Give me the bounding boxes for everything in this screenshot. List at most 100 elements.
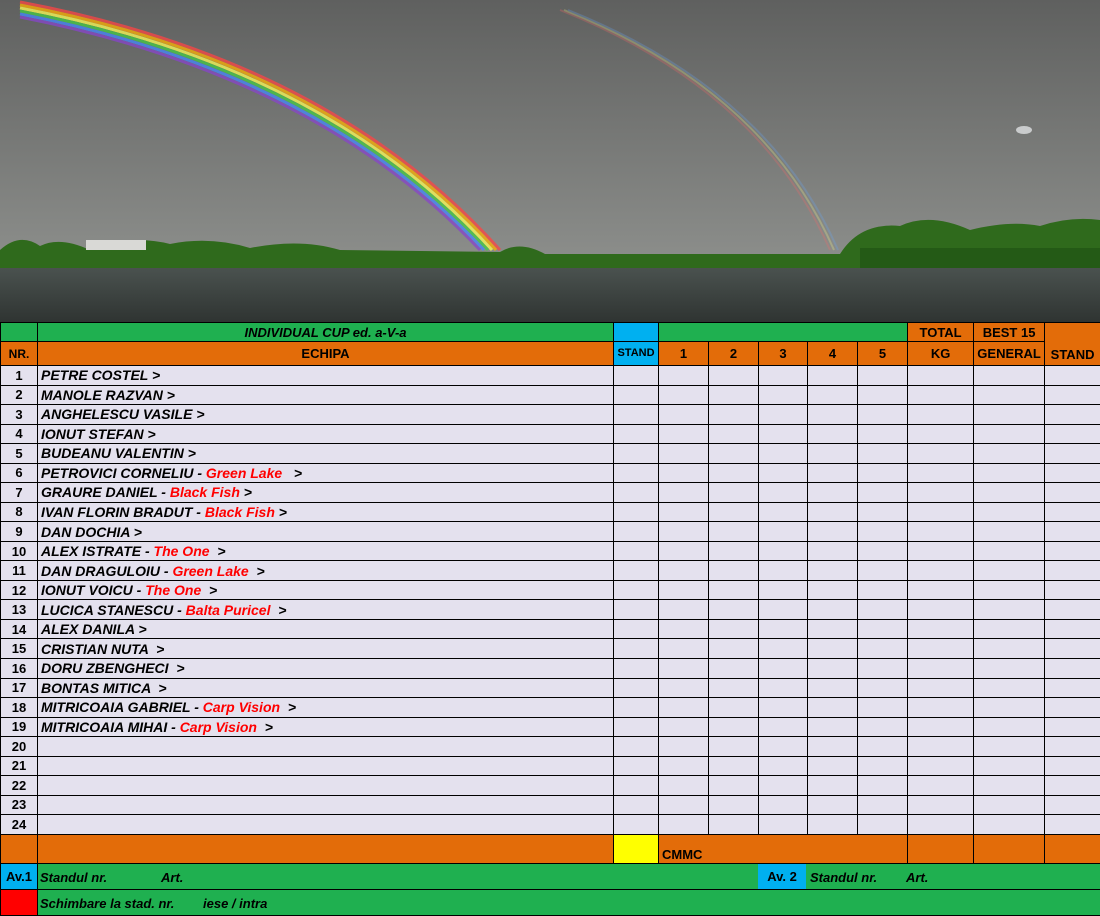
best-general-cell[interactable] <box>973 501 1046 523</box>
manche-5-cell[interactable] <box>856 560 909 581</box>
total-kg-cell[interactable] <box>907 521 975 542</box>
manche-1-cell[interactable] <box>658 423 709 445</box>
manche-2-cell[interactable] <box>708 404 759 425</box>
total-kg-cell[interactable] <box>907 599 975 620</box>
final-stand-cell[interactable] <box>1044 814 1100 835</box>
manche-1-cell[interactable] <box>658 501 709 523</box>
best-general-cell[interactable] <box>973 618 1046 640</box>
final-stand-cell[interactable] <box>1044 657 1100 679</box>
manche-4-cell[interactable] <box>807 755 858 777</box>
total-kg-cell[interactable] <box>907 579 975 601</box>
stand-cell[interactable] <box>613 755 659 777</box>
best-general-cell[interactable] <box>973 579 1046 601</box>
total-kg-cell[interactable] <box>907 755 975 777</box>
manche-3-cell[interactable] <box>758 423 808 445</box>
manche-3-cell[interactable] <box>758 404 808 425</box>
total-kg-cell[interactable] <box>907 716 975 738</box>
manche-3-cell[interactable] <box>758 579 808 601</box>
manche-5-cell[interactable] <box>856 540 909 562</box>
manche-3-cell[interactable] <box>758 697 808 718</box>
manche-4-cell[interactable] <box>807 560 858 581</box>
manche-4-cell[interactable] <box>807 697 858 718</box>
best-general-cell[interactable] <box>973 365 1046 386</box>
manche-3-cell[interactable] <box>758 716 808 738</box>
manche-2-cell[interactable] <box>708 521 759 542</box>
final-stand-cell[interactable] <box>1044 618 1100 640</box>
total-kg-cell[interactable] <box>907 794 975 816</box>
stand-cell[interactable] <box>613 716 659 738</box>
final-stand-cell[interactable] <box>1044 423 1100 445</box>
final-stand-cell[interactable] <box>1044 384 1100 406</box>
stand-cell[interactable] <box>613 443 659 464</box>
manche-5-cell[interactable] <box>856 736 909 757</box>
stand-cell[interactable] <box>613 697 659 718</box>
manche-1-cell[interactable] <box>658 599 709 620</box>
manche-2-cell[interactable] <box>708 638 759 659</box>
stand-cell[interactable] <box>613 560 659 581</box>
stand-cell[interactable] <box>613 794 659 816</box>
manche-2-cell[interactable] <box>708 814 759 835</box>
manche-1-cell[interactable] <box>658 618 709 640</box>
stand-cell[interactable] <box>613 462 659 484</box>
manche-5-cell[interactable] <box>856 755 909 777</box>
best-general-cell[interactable] <box>973 462 1046 484</box>
final-stand-cell[interactable] <box>1044 443 1100 464</box>
manche-2-cell[interactable] <box>708 794 759 816</box>
final-stand-cell[interactable] <box>1044 736 1100 757</box>
manche-3-cell[interactable] <box>758 736 808 757</box>
manche-1-cell[interactable] <box>658 657 709 679</box>
final-stand-cell[interactable] <box>1044 462 1100 484</box>
manche-2-cell[interactable] <box>708 482 759 503</box>
manche-2-cell[interactable] <box>708 579 759 601</box>
best-general-cell[interactable] <box>973 599 1046 620</box>
manche-4-cell[interactable] <box>807 482 858 503</box>
manche-2-cell[interactable] <box>708 423 759 445</box>
final-stand-cell[interactable] <box>1044 755 1100 777</box>
stand-cell[interactable] <box>613 540 659 562</box>
total-kg-cell[interactable] <box>907 560 975 581</box>
total-kg-cell[interactable] <box>907 697 975 718</box>
manche-1-cell[interactable] <box>658 560 709 581</box>
final-stand-cell[interactable] <box>1044 521 1100 542</box>
final-stand-cell[interactable] <box>1044 501 1100 523</box>
manche-4-cell[interactable] <box>807 521 858 542</box>
total-kg-cell[interactable] <box>907 443 975 464</box>
manche-2-cell[interactable] <box>708 736 759 757</box>
final-stand-cell[interactable] <box>1044 579 1100 601</box>
best-general-cell[interactable] <box>973 814 1046 835</box>
manche-1-cell[interactable] <box>658 443 709 464</box>
total-kg-cell[interactable] <box>907 677 975 699</box>
stand-cell[interactable] <box>613 365 659 386</box>
total-kg-cell[interactable] <box>907 482 975 503</box>
manche-1-cell[interactable] <box>658 697 709 718</box>
best-general-cell[interactable] <box>973 755 1046 777</box>
manche-4-cell[interactable] <box>807 657 858 679</box>
total-kg-cell[interactable] <box>907 657 975 679</box>
manche-3-cell[interactable] <box>758 794 808 816</box>
manche-2-cell[interactable] <box>708 697 759 718</box>
final-stand-cell[interactable] <box>1044 540 1100 562</box>
manche-2-cell[interactable] <box>708 462 759 484</box>
total-kg-cell[interactable] <box>907 736 975 757</box>
manche-4-cell[interactable] <box>807 365 858 386</box>
manche-5-cell[interactable] <box>856 482 909 503</box>
manche-4-cell[interactable] <box>807 716 858 738</box>
stand-cell[interactable] <box>613 657 659 679</box>
stand-cell[interactable] <box>613 775 659 796</box>
total-kg-cell[interactable] <box>907 618 975 640</box>
best-general-cell[interactable] <box>973 423 1046 445</box>
manche-3-cell[interactable] <box>758 814 808 835</box>
manche-2-cell[interactable] <box>708 755 759 777</box>
stand-cell[interactable] <box>613 384 659 406</box>
manche-1-cell[interactable] <box>658 482 709 503</box>
manche-2-cell[interactable] <box>708 560 759 581</box>
manche-5-cell[interactable] <box>856 599 909 620</box>
stand-cell[interactable] <box>613 638 659 659</box>
manche-5-cell[interactable] <box>856 365 909 386</box>
final-stand-cell[interactable] <box>1044 697 1100 718</box>
manche-4-cell[interactable] <box>807 599 858 620</box>
manche-4-cell[interactable] <box>807 423 858 445</box>
total-kg-cell[interactable] <box>907 462 975 484</box>
total-kg-cell[interactable] <box>907 638 975 659</box>
total-kg-cell[interactable] <box>907 423 975 445</box>
